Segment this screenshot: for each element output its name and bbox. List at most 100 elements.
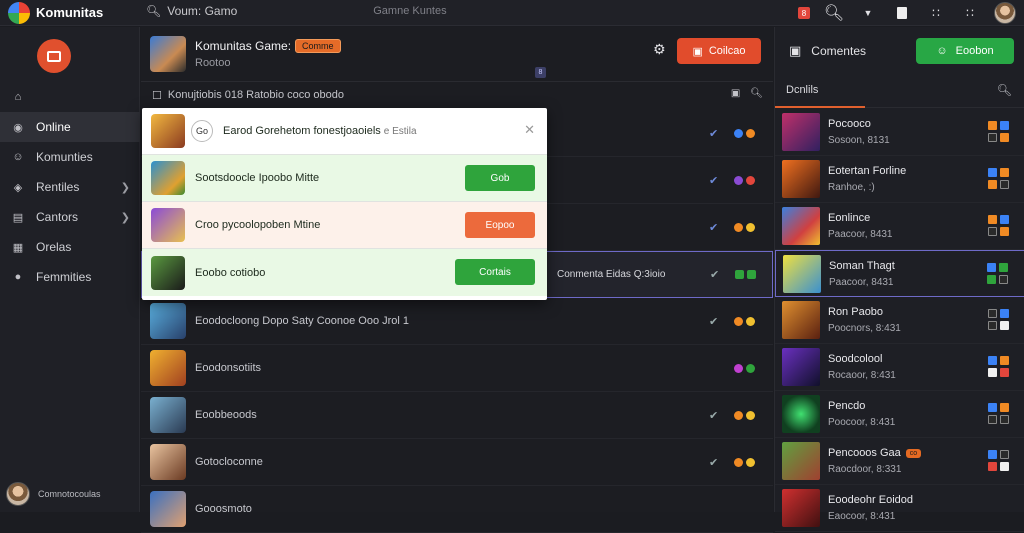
sidebar-item-label: Online [36, 120, 71, 134]
search-input[interactable] [167, 4, 368, 18]
status-icon [1000, 309, 1009, 318]
sidebar-item-folders[interactable]: ▤ Cantors ❯ [0, 202, 140, 232]
item-name: Pocooco [828, 118, 871, 130]
users-icon: ☺ [12, 151, 24, 163]
sidebar-item-home[interactable]: ⌂ [0, 82, 140, 112]
status-icon [1000, 227, 1009, 236]
popup-contacts-button[interactable]: Cortais [455, 259, 535, 285]
sidebar-item-chat[interactable]: ● Femmities [0, 262, 140, 292]
item-name: Pencdo [828, 400, 866, 412]
checkbox-icon[interactable]: ☐ [152, 89, 162, 102]
grid-icon[interactable]: ∷ [926, 3, 946, 23]
sidebar-item-games[interactable]: ◈ Rentiles ❯ [0, 172, 140, 202]
chevron-down-icon[interactable]: ▼ [858, 3, 878, 23]
sidebar: ⌂ ◉ Online ☺ Komunties ◈ Rentiles ❯ ▤ Cantors… [0, 27, 140, 512]
sidebar-item-label: Cantors [36, 210, 79, 224]
search-icon[interactable]: 🔍︎ [750, 88, 763, 99]
popup-go-button[interactable]: Gob [465, 165, 535, 191]
status-icon [988, 403, 997, 412]
close-icon[interactable]: ✕ [524, 122, 535, 138]
list-item[interactable]: Eoodonsotiits [141, 345, 773, 392]
settings-icon[interactable]: ⚙︎ [653, 41, 666, 58]
row-thumbnail [151, 208, 185, 242]
copy-icon[interactable]: ▣ [731, 88, 740, 99]
list-item[interactable]: Gotocloconne ✔ [141, 439, 773, 486]
row-extra: Conmenta Eidas Q:3ioio [557, 269, 666, 280]
join-green-button[interactable]: ☺ Eoobon [916, 38, 1014, 64]
status-dot [735, 270, 744, 279]
create-button[interactable] [37, 39, 71, 73]
search-icon[interactable]: 🔍︎ [824, 3, 844, 23]
popup-row[interactable]: Go Earod Gorehetom fonestjoaoiels e Esti… [142, 108, 547, 155]
list-item[interactable]: Pencooos Gaa co Raocdoor, 8:331 [775, 438, 1024, 485]
list-item[interactable]: Eonlince Paacoor, 8431 [775, 203, 1024, 250]
sidebar-item-events[interactable]: ▦ Orelas [0, 232, 140, 262]
avatar [6, 482, 30, 506]
item-name: Eonlince [828, 212, 871, 224]
list-item-selected[interactable]: Soman Thagt Paacoor, 8431 [775, 250, 1024, 297]
right-panel-header: ▣ Comentes ☺ Eoobon [775, 27, 1024, 74]
row-thumbnail [150, 397, 186, 433]
popup-row-extra: e Estila [383, 125, 417, 137]
status-icon [988, 309, 997, 318]
status-dot [746, 175, 755, 185]
top-bar: Komunitas 🔍︎ Gamne Kuntes 8 🔍︎ ▼ ∷ ∷ [0, 0, 1024, 26]
item-sub: Paacoor, 8431 [829, 276, 894, 288]
popup-row-text: Earod Gorehetom fonestjoaoiels [223, 125, 381, 137]
search-box[interactable]: 🔍︎ Gamne Kuntes [146, 4, 447, 18]
list-item[interactable]: Gooosmoto [141, 486, 773, 533]
status-dot [747, 270, 756, 279]
join-button[interactable]: ▣ Coilcao [677, 38, 761, 64]
user-add-icon: ☺ [936, 45, 948, 57]
check-icon: ✔ [709, 127, 719, 140]
popup-row[interactable]: Croo pycoolopoben Mtine Eopoo [142, 202, 547, 249]
item-thumbnail [782, 442, 820, 480]
item-sub: Eaocoor, 8:431 [828, 511, 896, 522]
popup-row[interactable]: Sootsdoocle Ipoobo Mitte Gob [142, 155, 547, 202]
item-thumbnail [782, 207, 820, 245]
popup-open-button[interactable]: Eopoo [465, 212, 535, 238]
list-item[interactable]: Eotertan Forline Ranhoe, :) [775, 156, 1024, 203]
list-item[interactable]: Pencdo Poocoor, 8:431 [775, 391, 1024, 438]
filter-bar: ☐ Konujtiobis 018 Ratobio coco obodo ▣ 🔍… [141, 82, 773, 108]
popup-row[interactable]: Eoobo cotiobo Cortais [142, 249, 547, 296]
sidebar-item-online[interactable]: ◉ Online [0, 112, 140, 142]
item-thumbnail [782, 113, 820, 151]
sidebar-item-communities[interactable]: ☺ Komunties [0, 142, 140, 172]
popup-row-text: Sootsdoocle Ipoobo Mitte [195, 172, 320, 184]
list-item[interactable]: Pocooco Sosoon, 8131 [775, 109, 1024, 156]
list-item[interactable]: Eoodocloong Dopo Saty Coonoe Ooo Jrol 1 … [141, 298, 773, 345]
game-title: Komunitas Game: [195, 39, 292, 53]
status-icon [987, 263, 996, 272]
row-label: Gotocloconne [195, 456, 263, 468]
row-thumbnail [150, 491, 186, 527]
status-icon [1000, 415, 1009, 424]
user-avatar[interactable] [994, 2, 1016, 24]
search-icon: 🔍︎ [146, 4, 162, 18]
status-icon [1000, 368, 1009, 377]
status-icon [988, 462, 997, 471]
list-item[interactable]: Eoodeohr Eoidod Eaocoor, 8:431 [775, 485, 1024, 532]
row-thumbnail [151, 161, 185, 195]
list-item[interactable]: Eoobbeoods ✔ [141, 392, 773, 439]
home-icon: ⌂ [14, 91, 22, 103]
apps-icon[interactable]: ∷ [960, 3, 980, 23]
status-dot [734, 363, 743, 373]
search-hint: Gamne Kuntes [373, 5, 447, 17]
tab-details[interactable]: Dcnlils [775, 74, 865, 108]
notification-icon[interactable]: 8 [798, 7, 810, 19]
status-icon [1000, 121, 1009, 130]
status-dot [746, 410, 755, 420]
search-icon[interactable]: 🔍︎ [997, 83, 1012, 97]
chevron-right-icon: ❯ [120, 181, 130, 194]
item-thumbnail [782, 301, 820, 339]
item-sub: Ranhoe, :) [828, 182, 875, 193]
suggestions-popup: Go Earod Gorehetom fonestjoaoiels e Esti… [142, 108, 547, 300]
list-item[interactable]: Ron Paobo Poocnors, 8:431 [775, 297, 1024, 344]
row-label: Eoodonsotiits [195, 362, 262, 374]
check-icon: ✔ [709, 174, 719, 187]
bookmark-icon[interactable] [892, 3, 912, 23]
list-item[interactable]: Soodcolool Rocaoor, 8:431 [775, 344, 1024, 391]
check-icon: ✔ [709, 315, 719, 328]
current-user[interactable]: Comnotocoulas [6, 482, 101, 506]
